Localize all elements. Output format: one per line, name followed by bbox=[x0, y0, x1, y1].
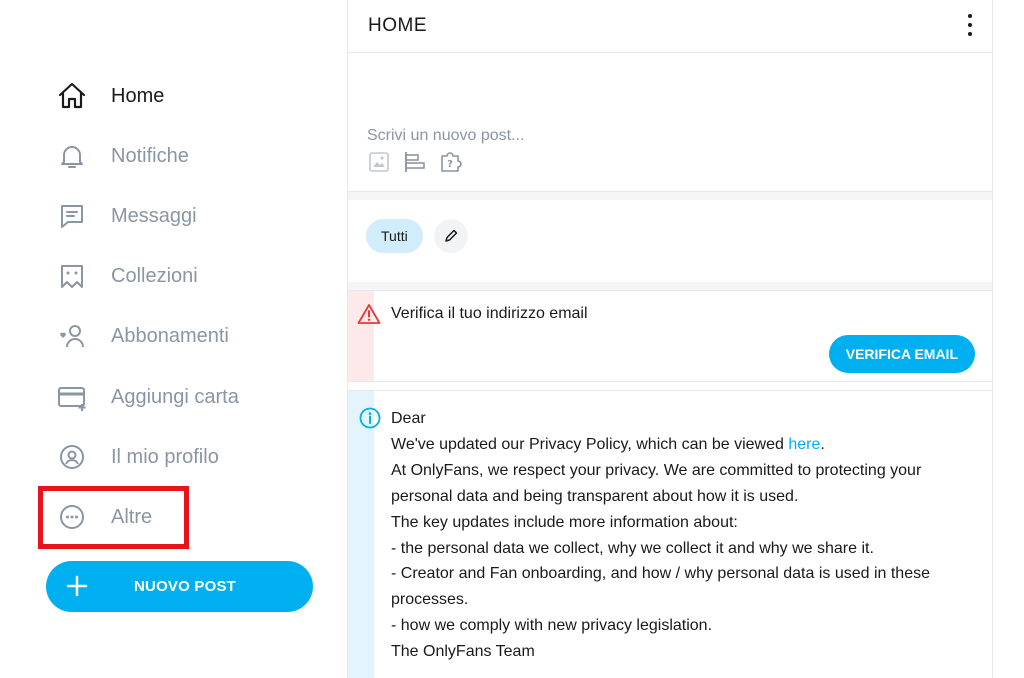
home-icon bbox=[56, 80, 88, 112]
sidebar-item-label: Messaggi bbox=[111, 204, 197, 227]
sidebar-item-collezioni[interactable]: Collezioni bbox=[56, 256, 198, 296]
sidebar-item-label: Il mio profilo bbox=[111, 445, 219, 468]
sidebar-item-abbonamenti[interactable]: Abbonamenti bbox=[56, 316, 229, 356]
new-post-button[interactable]: NUOVO POST bbox=[46, 561, 313, 612]
notice-greeting: Dear bbox=[391, 410, 426, 427]
more-options-icon[interactable] bbox=[966, 14, 974, 36]
main-feed: HOME Scrivi un nuovo post... ? Tutti Ver… bbox=[347, 0, 993, 678]
page-title: HOME bbox=[368, 15, 427, 36]
notice-line: - how we comply with new privacy legisla… bbox=[391, 617, 713, 635]
svg-text:?: ? bbox=[447, 159, 453, 170]
notice-stripe bbox=[348, 391, 374, 678]
sidebar-item-aggiungi-carta[interactable]: Aggiungi carta bbox=[56, 377, 239, 417]
edit-filters-button[interactable] bbox=[434, 219, 468, 253]
sidebar-item-notifiche[interactable]: Notifiche bbox=[56, 136, 189, 176]
info-icon bbox=[359, 407, 381, 429]
sidebar-item-label: Collezioni bbox=[111, 264, 198, 287]
feed-filters: Tutti bbox=[348, 200, 992, 282]
pencil-icon bbox=[445, 229, 458, 242]
quiz-icon[interactable]: ? bbox=[439, 150, 463, 174]
sidebar-item-il-mio-profilo[interactable]: Il mio profilo bbox=[56, 437, 219, 477]
sidebar-item-label: Aggiungi carta bbox=[111, 385, 239, 408]
highlight-annotation-box bbox=[38, 486, 189, 549]
poll-icon[interactable] bbox=[403, 150, 427, 174]
alert-message: Verifica il tuo indirizzo email bbox=[391, 305, 588, 322]
message-icon bbox=[56, 200, 88, 232]
plus-icon bbox=[63, 572, 91, 600]
sidebar-item-home[interactable]: Home bbox=[56, 76, 164, 116]
notice-line: personal data and being transparent abou… bbox=[391, 487, 799, 505]
sidebar: Home Notifiche Messaggi Collezioni Abbon… bbox=[0, 0, 348, 678]
verify-email-button[interactable]: VERIFICA EMAIL bbox=[828, 335, 975, 373]
notice-policy-end: . bbox=[820, 435, 825, 453]
page-header: HOME bbox=[348, 0, 992, 53]
notice-line: The OnlyFans Team bbox=[391, 643, 535, 661]
filter-chip-tutti[interactable]: Tutti bbox=[366, 219, 423, 253]
composer-tools: ? bbox=[367, 150, 463, 174]
email-verification-alert: Verifica il tuo indirizzo email VERIFICA… bbox=[348, 290, 992, 382]
notice-line: processes. bbox=[391, 591, 469, 609]
notice-policy-line: We've updated our Privacy Policy, which … bbox=[391, 432, 981, 458]
privacy-policy-link[interactable]: here bbox=[788, 436, 820, 453]
notice-policy-text: We've updated our Privacy Policy, which … bbox=[391, 435, 789, 453]
profile-icon bbox=[56, 441, 88, 473]
section-divider bbox=[348, 282, 992, 290]
image-icon[interactable] bbox=[367, 150, 391, 174]
section-divider bbox=[348, 192, 992, 200]
sidebar-item-label: Abbonamenti bbox=[111, 324, 229, 347]
sidebar-item-label: Home bbox=[111, 84, 165, 107]
subscriptions-icon bbox=[56, 320, 88, 352]
notice-line: - Creator and Fan onboarding, and how / … bbox=[391, 565, 930, 583]
new-post-label: NUOVO POST bbox=[134, 578, 237, 595]
notice-line: At OnlyFans, we respect your privacy. We… bbox=[391, 461, 922, 479]
sidebar-item-label: Notifiche bbox=[111, 144, 189, 167]
warning-icon bbox=[357, 303, 381, 325]
sidebar-item-messaggi[interactable]: Messaggi bbox=[56, 196, 197, 236]
bell-icon bbox=[56, 140, 88, 172]
add-card-icon bbox=[56, 381, 88, 413]
collections-icon bbox=[56, 260, 88, 292]
notice-line: - the personal data we collect, why we c… bbox=[391, 539, 874, 557]
privacy-notice: Dear We've updated our Privacy Policy, w… bbox=[348, 390, 992, 678]
notice-line: The key updates include more information… bbox=[391, 513, 738, 531]
notice-body: Dear We've updated our Privacy Policy, w… bbox=[391, 406, 981, 665]
